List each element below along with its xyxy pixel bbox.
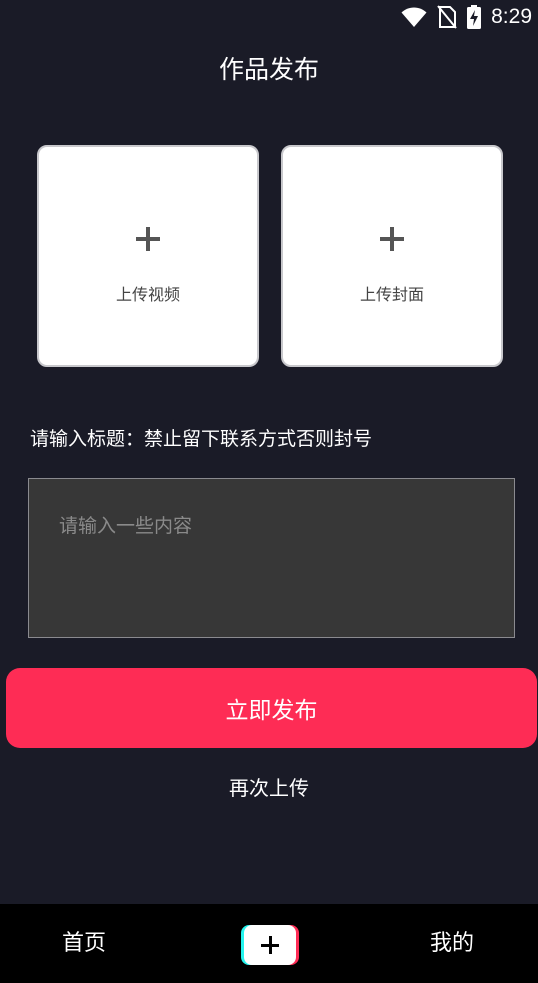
upload-video-label: 上传视频 <box>115 285 180 304</box>
plus-icon <box>136 227 160 251</box>
reupload-button[interactable]: 再次上传 <box>0 772 538 801</box>
status-time: 8:29 <box>491 5 532 28</box>
bottom-nav: 首页 我的 <box>0 904 538 983</box>
wifi-icon <box>401 7 427 27</box>
publish-button[interactable]: 立即发布 <box>6 668 537 748</box>
plus-icon <box>380 227 404 251</box>
upload-cover-label: 上传封面 <box>359 285 424 304</box>
page-title: 作品发布 <box>218 55 319 84</box>
battery-charging-icon <box>467 5 482 29</box>
content-input[interactable] <box>28 478 515 638</box>
upload-cover-button[interactable]: 上传封面 <box>281 145 503 367</box>
add-video-button[interactable] <box>241 925 299 965</box>
nav-home[interactable]: 首页 <box>62 904 106 983</box>
no-sim-icon <box>437 5 457 29</box>
nav-mine[interactable]: 我的 <box>430 904 474 983</box>
status-bar: 8:29 <box>0 0 538 34</box>
add-video-icon <box>261 936 279 954</box>
upload-video-button[interactable]: 上传视频 <box>37 145 259 367</box>
status-icons: 8:29 <box>401 3 532 31</box>
title-hint: 请输入标题：禁止留下联系方式否则封号 <box>30 428 373 450</box>
